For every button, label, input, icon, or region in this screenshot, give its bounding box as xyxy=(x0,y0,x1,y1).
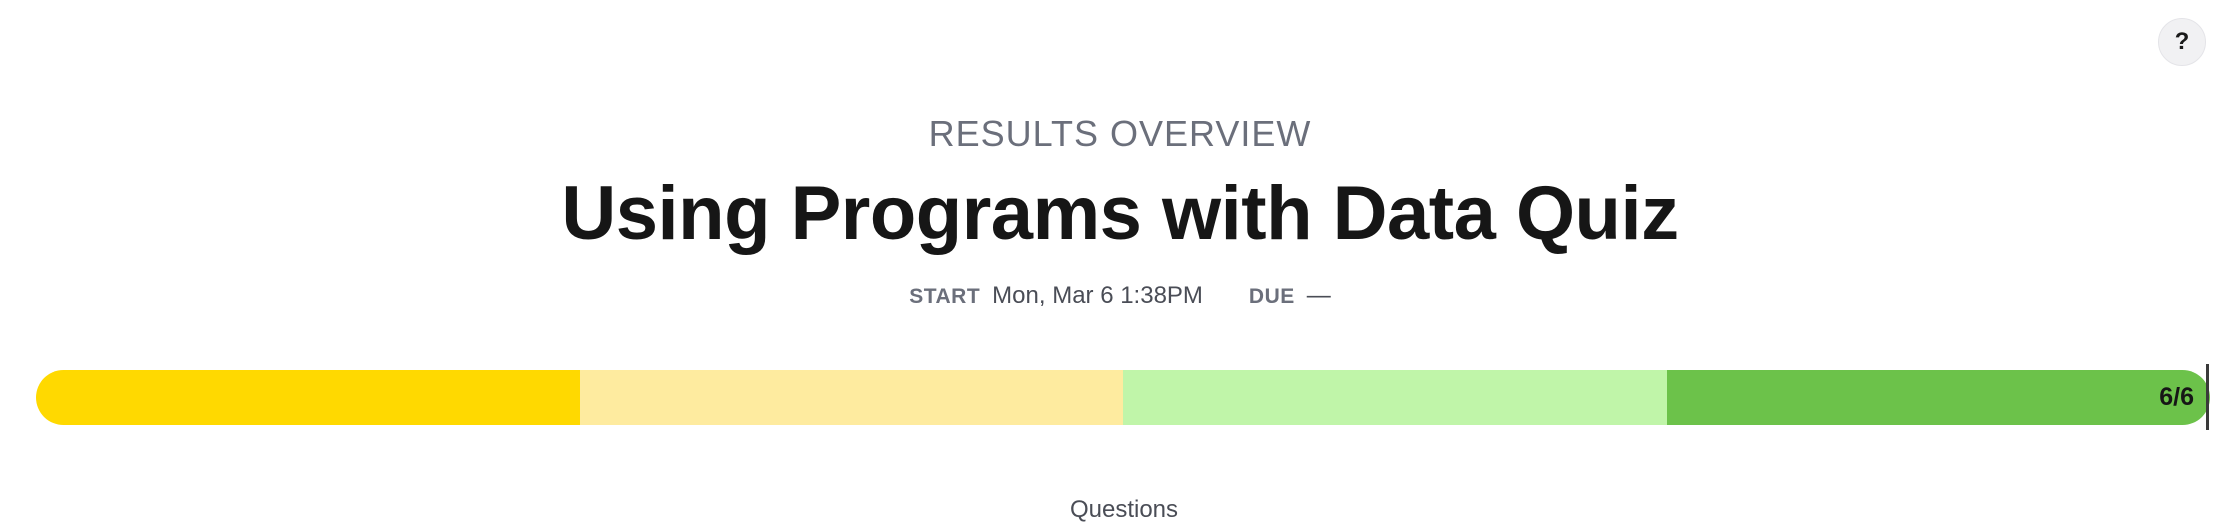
help-icon: ? xyxy=(2174,28,2190,55)
start-label: START xyxy=(909,285,981,308)
progress-segment-2 xyxy=(579,370,1123,425)
page-overline: RESULTS OVERVIEW xyxy=(928,113,1312,154)
progress-segment-4 xyxy=(1666,370,2210,425)
start-value: Mon, Mar 6 1:38PM xyxy=(992,282,1203,309)
due-label: DUE xyxy=(1248,285,1295,308)
help-button[interactable]: ? xyxy=(2158,18,2206,66)
questions-section-label: Questions xyxy=(1069,496,1179,523)
progress-segment-3 xyxy=(1123,370,1667,425)
due-value: — xyxy=(1306,282,1331,309)
results-progress-bar xyxy=(36,370,2210,425)
quiz-meta: START Mon, Mar 6 1:38PM DUE — xyxy=(0,282,2224,310)
progress-count: 6/6 xyxy=(2159,383,2194,411)
progress-end-marker xyxy=(2206,364,2209,430)
page-title: Using Programs with Data Quiz xyxy=(561,171,1679,256)
results-overview-page: ? RESULTS OVERVIEW Using Programs with D… xyxy=(0,0,2224,532)
progress-segment-1 xyxy=(36,370,580,425)
